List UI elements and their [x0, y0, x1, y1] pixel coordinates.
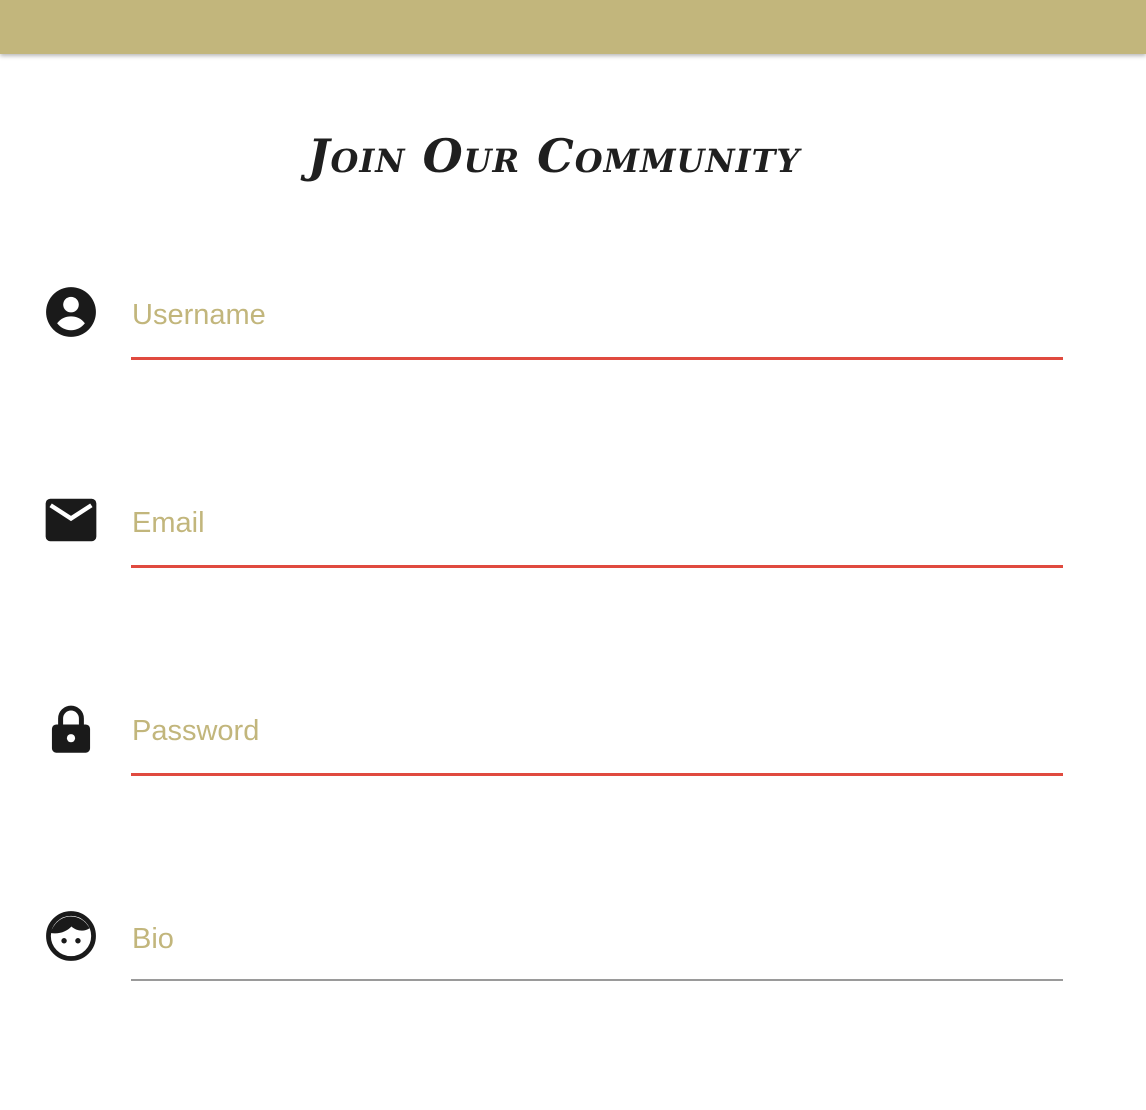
page-title: Join Our Community	[307, 129, 801, 183]
face-icon	[45, 910, 97, 962]
email-input[interactable]	[131, 498, 1063, 548]
username-underline	[131, 357, 1063, 360]
email-field-row	[0, 494, 1146, 574]
email-underline	[131, 565, 1063, 568]
password-field-row	[0, 702, 1146, 782]
account-circle-icon	[45, 286, 97, 338]
bio-input[interactable]	[131, 914, 1063, 964]
username-field-row	[0, 286, 1146, 366]
password-input[interactable]	[131, 706, 1063, 756]
password-underline	[131, 773, 1063, 776]
lock-icon	[45, 702, 97, 754]
bio-underline	[131, 979, 1063, 981]
bio-field-row	[0, 910, 1146, 990]
mail-icon	[45, 494, 97, 546]
username-input[interactable]	[131, 290, 1063, 340]
top-app-bar	[0, 0, 1146, 54]
